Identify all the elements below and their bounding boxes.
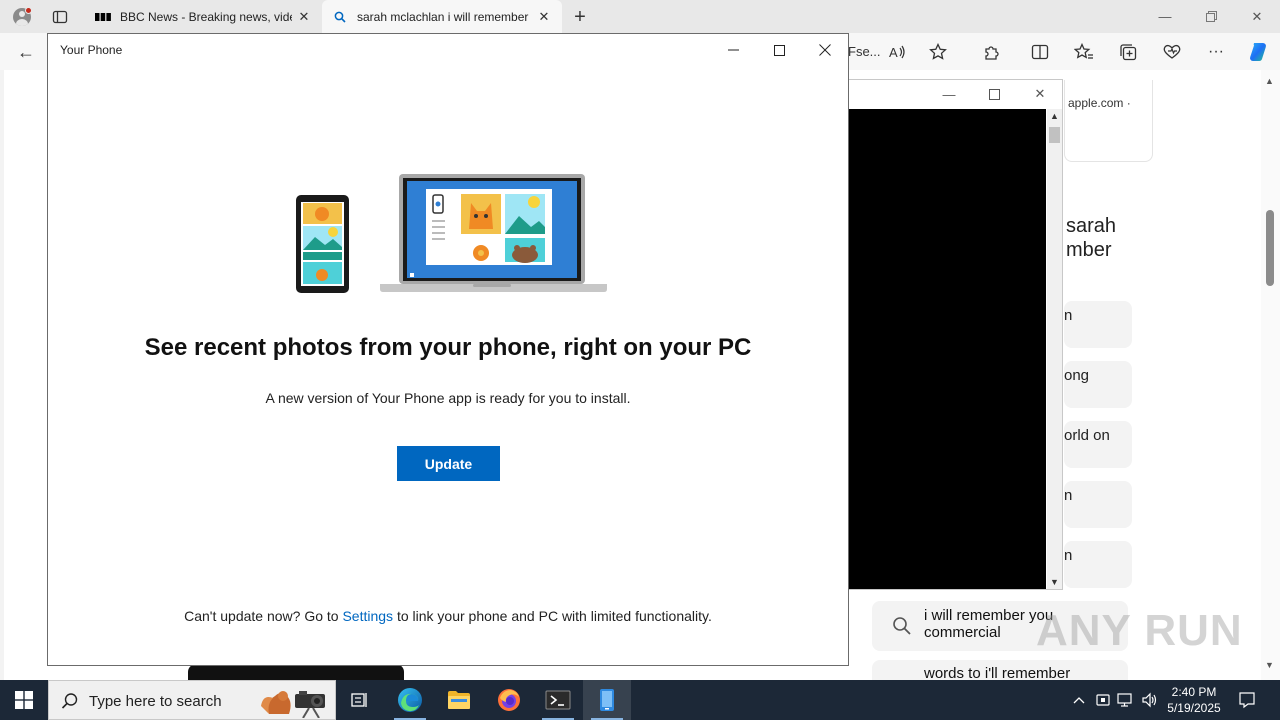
heading-line: sarah — [1066, 215, 1117, 237]
scrollbar-thumb[interactable] — [1049, 127, 1060, 143]
taskbar-search-box[interactable]: Type here to search — [48, 680, 336, 720]
phone-and-laptop-illustration — [296, 174, 607, 293]
window-title: Your Phone — [60, 43, 123, 57]
update-message: A new version of Your Phone app is ready… — [265, 390, 631, 406]
video-popup-window: — ✕ ▲ ▼ — [848, 79, 1063, 590]
file-explorer-icon[interactable] — [435, 680, 483, 720]
video-scrollbar[interactable]: ▲ ▼ — [1047, 109, 1062, 589]
settings-link[interactable]: Settings — [342, 608, 393, 624]
minimize-icon[interactable] — [710, 34, 756, 66]
browser-essentials-icon[interactable] — [1160, 40, 1184, 64]
heading-line: mber — [1066, 239, 1112, 261]
powershell-icon[interactable] — [534, 680, 582, 720]
footer-text-before: Can't update now? Go to — [184, 608, 343, 624]
extensions-icon[interactable] — [980, 40, 1004, 64]
network-icon[interactable] — [1115, 680, 1137, 720]
related-pill[interactable]: ong — [1064, 361, 1132, 408]
page-element-dark — [188, 664, 404, 680]
svg-text:A: A — [889, 45, 898, 60]
firefox-icon[interactable] — [485, 680, 533, 720]
browser-window-controls: — ✕ — [1142, 0, 1280, 33]
footer-text-after: to link your phone and PC with limited f… — [393, 608, 712, 624]
video-window-titlebar: — ✕ — [849, 80, 1062, 109]
new-tab-button[interactable]: + — [568, 5, 592, 29]
result-card[interactable]: apple.com · — [1064, 80, 1153, 162]
scroll-down-icon[interactable]: ▼ — [1265, 660, 1274, 670]
scroll-up-icon[interactable]: ▲ — [1050, 111, 1059, 121]
related-pill[interactable]: n — [1064, 481, 1132, 528]
minimize-icon[interactable]: — — [1142, 0, 1188, 33]
related-pill[interactable]: orld on — [1064, 421, 1132, 468]
read-aloud-icon[interactable]: A — [886, 40, 910, 64]
back-arrow-icon[interactable]: ← — [14, 40, 38, 64]
task-view-icon[interactable] — [336, 680, 384, 720]
close-icon[interactable]: ✕ — [1234, 0, 1280, 33]
related-search-text: words to i'll remember — [924, 665, 1071, 680]
close-icon[interactable]: ✕ — [1029, 84, 1051, 104]
scroll-down-icon[interactable]: ▼ — [1050, 577, 1059, 587]
windows-start-icon[interactable] — [0, 680, 48, 720]
related-search-item[interactable]: words to i'll remember — [872, 660, 1128, 680]
close-icon[interactable] — [802, 34, 848, 66]
search-highlight-illustration — [261, 691, 325, 718]
profile-avatar[interactable] — [9, 4, 35, 30]
related-pill[interactable]: n — [1064, 541, 1132, 588]
clock-date: 5/19/2025 — [1167, 701, 1221, 715]
favorites-icon[interactable] — [1072, 40, 1096, 64]
volume-icon[interactable] — [1139, 680, 1161, 720]
collections-icon[interactable] — [1116, 40, 1140, 64]
watermark-logo: ANY RUN — [1036, 606, 1243, 655]
scrollbar-thumb[interactable] — [1266, 210, 1274, 286]
scroll-up-icon[interactable]: ▲ — [1265, 76, 1274, 86]
search-icon — [61, 692, 79, 715]
favorite-star-icon[interactable] — [926, 40, 950, 64]
your-phone-app-icon[interactable] — [583, 680, 631, 720]
bbc-icon — [95, 9, 111, 25]
close-tab-icon[interactable]: ✕ — [532, 5, 556, 29]
edge-browser-icon[interactable] — [386, 680, 434, 720]
tab-search[interactable]: sarah mclachlan i will remember ✕ — [322, 0, 562, 33]
restore-icon[interactable] — [1188, 0, 1234, 33]
security-icon[interactable] — [1092, 680, 1114, 720]
page-scrollbar[interactable]: ▲ ▼ — [1261, 70, 1280, 680]
search-placeholder: Type here to search — [89, 693, 222, 710]
result-heading[interactable]: sarah mber — [1066, 214, 1116, 262]
search-icon — [892, 616, 912, 636]
tab-actions-icon[interactable] — [49, 6, 71, 28]
update-button[interactable]: Update — [397, 446, 500, 481]
split-screen-icon[interactable] — [1028, 40, 1052, 64]
show-hidden-icons-chevron-up-icon[interactable] — [1068, 680, 1090, 720]
your-phone-window: Your Phone See recent photos from your p… — [47, 33, 849, 666]
page-heading: See recent photos from your phone, right… — [144, 334, 752, 361]
tab-title: BBC News - Breaking news, video — [120, 9, 292, 24]
taskbar-clock[interactable]: 2:40 PM 5/19/2025 — [1162, 684, 1226, 716]
search-icon — [332, 9, 348, 25]
address-bar-text[interactable]: Fse... — [848, 44, 881, 59]
notification-icon[interactable] — [1236, 680, 1258, 720]
maximize-icon[interactable] — [983, 84, 1005, 104]
result-source: apple.com · — [1068, 96, 1131, 110]
footer-note: Can't update now? Go to Settings to link… — [48, 608, 848, 624]
browser-tab-bar: BBC News - Breaking news, video ✕ sarah … — [0, 0, 1280, 33]
maximize-icon[interactable] — [756, 34, 802, 66]
copilot-icon[interactable] — [1246, 40, 1270, 64]
video-area[interactable] — [849, 109, 1046, 589]
more-options-icon[interactable]: ··· — [1204, 40, 1228, 64]
pill-label: n — [1064, 487, 1073, 504]
pill-label: orld on — [1064, 427, 1110, 444]
close-tab-icon[interactable]: ✕ — [292, 5, 316, 29]
clock-time: 2:40 PM — [1171, 685, 1217, 699]
pill-label: ong — [1064, 367, 1090, 384]
pill-label: n — [1064, 307, 1073, 324]
related-pill[interactable]: n — [1064, 301, 1132, 348]
minimize-icon[interactable]: — — [938, 84, 960, 104]
tab-title: sarah mclachlan i will remember — [357, 9, 529, 24]
pill-label: n — [1064, 547, 1073, 564]
tab-bbc-news[interactable]: BBC News - Breaking news, video ✕ — [85, 0, 322, 33]
taskbar: Type here to search 2:40 PM 5/19/2025 — [0, 680, 1280, 720]
